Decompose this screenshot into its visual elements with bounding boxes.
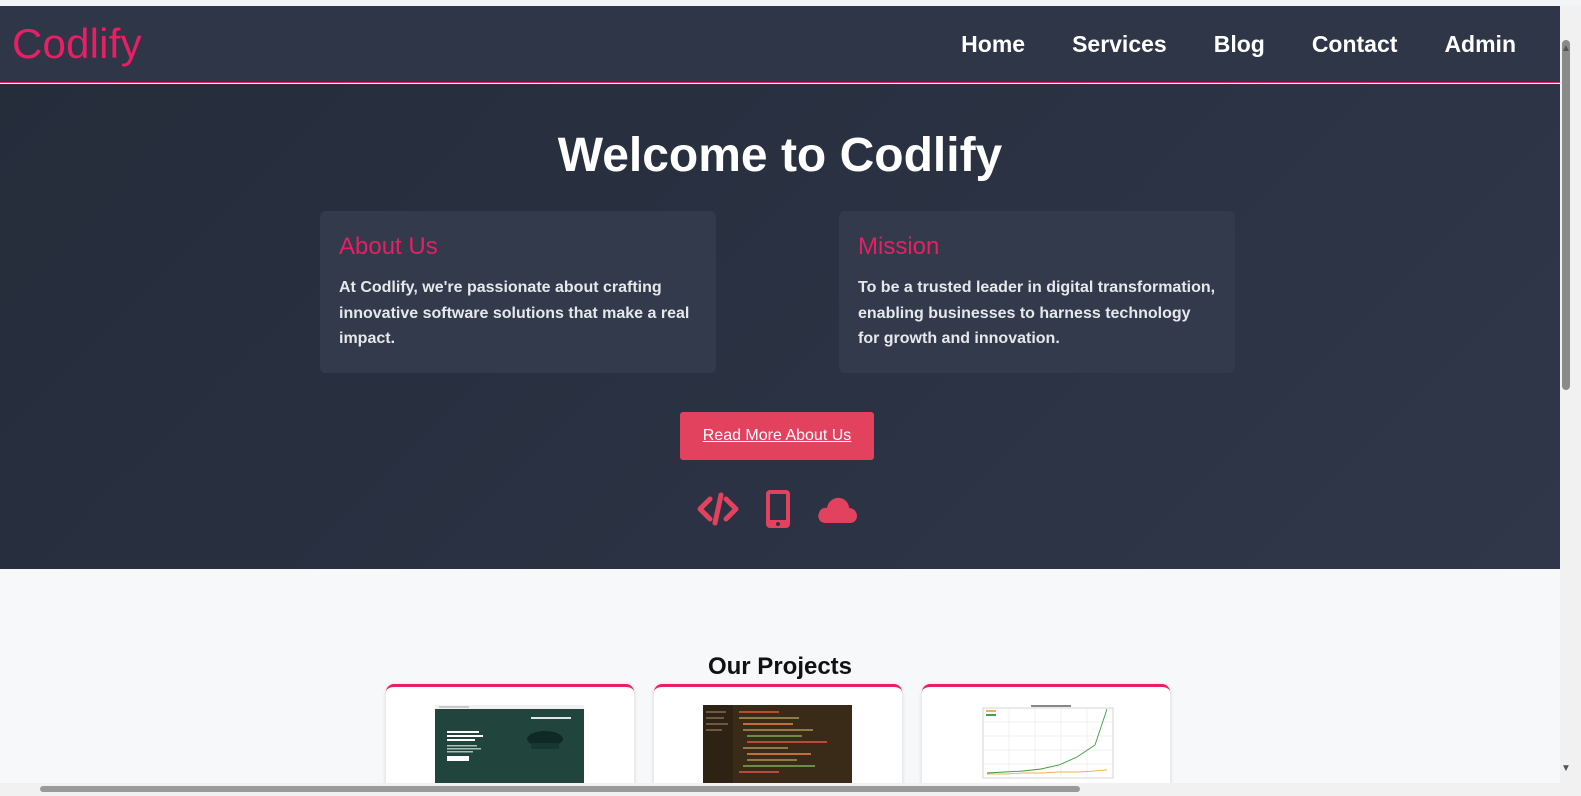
hero-title: Welcome to Codlify: [557, 129, 1003, 182]
project-thumbnail-code-editor: [703, 705, 852, 783]
mission-card: Mission To be a trusted leader in digita…: [839, 211, 1235, 373]
vertical-scroll-thumb[interactable]: [1562, 40, 1570, 390]
mobile-icon: [764, 489, 792, 534]
cloud-icon: [815, 489, 859, 534]
mission-text: To be a trusted leader in digital transf…: [858, 279, 1216, 347]
about-us-card: About Us At Codlify, we're passionate ab…: [320, 211, 716, 373]
nav-link-services[interactable]: Services: [1072, 31, 1167, 58]
nav-link-home[interactable]: Home: [961, 31, 1025, 58]
scroll-up-arrow-icon[interactable]: ▲: [1561, 44, 1571, 54]
navbar: Codlify Home Services Blog Contact Admin: [0, 6, 1560, 83]
brand-logo[interactable]: Codlify: [12, 20, 142, 68]
about-us-title: About Us: [339, 233, 438, 260]
hero-section: Welcome to Codlify About Us At Codlify, …: [0, 84, 1560, 569]
projects-section: Our Projects: [0, 569, 1560, 794]
about-us-text: At Codlify, we're passionate about craft…: [339, 279, 690, 347]
read-more-button[interactable]: Read More About Us: [680, 412, 874, 460]
nav-link-contact[interactable]: Contact: [1312, 31, 1398, 58]
horizontal-scroll-thumb[interactable]: [40, 786, 1080, 792]
nav-links: Home Services Blog Contact Admin: [961, 31, 1548, 58]
code-icon: [697, 489, 739, 534]
project-card[interactable]: [922, 684, 1170, 794]
scroll-down-arrow-icon[interactable]: ▼: [1561, 764, 1571, 774]
mission-title: Mission: [858, 233, 940, 260]
service-icons: [697, 489, 863, 533]
project-card[interactable]: [386, 684, 634, 794]
project-card[interactable]: [654, 684, 902, 794]
project-thumbnail-website: [435, 705, 584, 783]
project-thumbnail-line-chart: [971, 705, 1120, 783]
nav-link-admin[interactable]: Admin: [1444, 31, 1516, 58]
projects-title: Our Projects: [707, 653, 853, 680]
nav-link-blog[interactable]: Blog: [1214, 31, 1265, 58]
